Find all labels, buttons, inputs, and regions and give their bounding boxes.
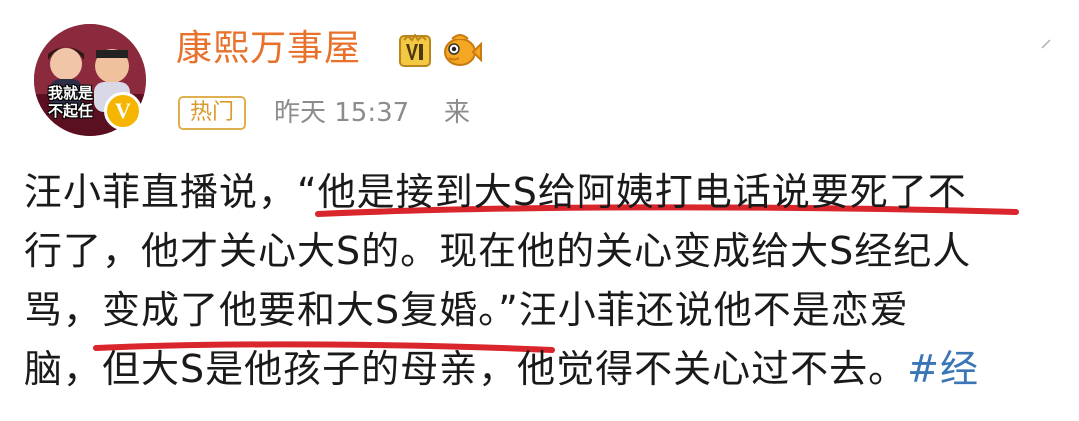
hot-tag: 热门	[178, 96, 247, 130]
timestamp: 昨天 15:37	[274, 98, 410, 128]
source-label[interactable]: 来	[444, 96, 470, 130]
verified-badge-icon: V	[104, 92, 142, 130]
hashtag-link[interactable]: #经	[907, 347, 979, 391]
fish-icon[interactable]	[440, 30, 482, 70]
post-text-segment: 脑，但大S是他孩子的母亲，他觉得不关心过不去。	[24, 347, 908, 391]
post-text-line: 脑，但大S是他孩子的母亲，他觉得不关心过不去。#经	[24, 343, 979, 395]
post-text-line: 行了，他才关心大S的。现在他的关心变成给大S经纪人	[24, 229, 972, 273]
more-icon[interactable]	[1040, 38, 1052, 50]
author-name[interactable]: 康熙万事屋	[176, 24, 361, 74]
vip-badge-icon[interactable]	[398, 34, 432, 68]
post-text-line: 汪小菲直播说，“他是接到大S给阿姨打电话说要死了不	[24, 170, 967, 214]
post-text-line: 骂，变成了他要和大S复婚。”汪小菲还说他不是恋爱	[24, 288, 909, 332]
weibo-post-card: 我就是 不起任 V 康熙万事屋 热门 昨天 15:37 来 汪小菲直播说，“他是…	[0, 0, 1079, 421]
